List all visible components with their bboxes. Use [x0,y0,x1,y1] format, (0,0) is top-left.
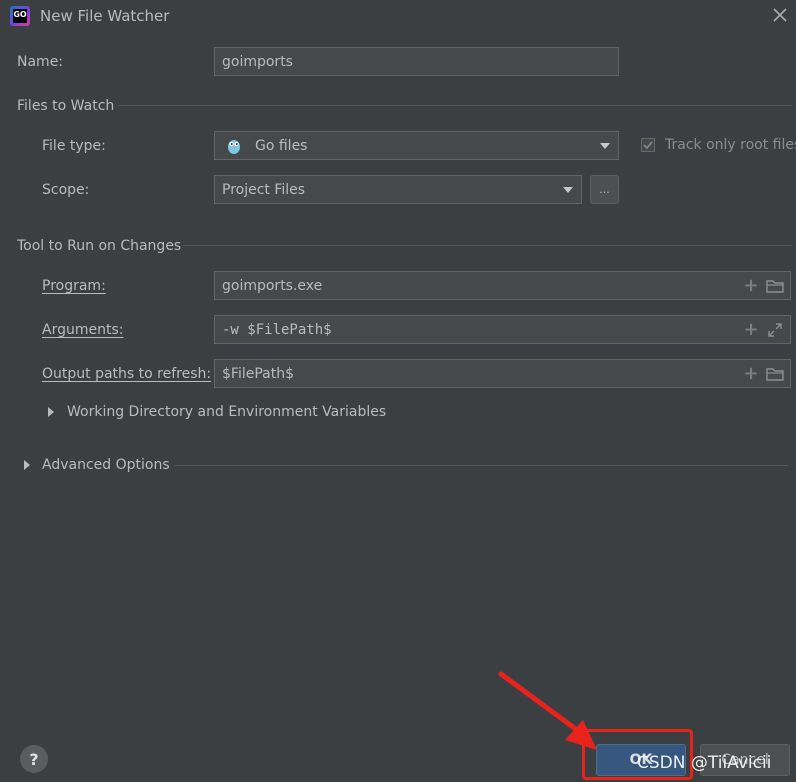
gopher-icon [227,138,241,154]
check-icon [643,141,653,150]
chevron-down-icon [563,186,573,193]
working-dir-toggle[interactable]: Working Directory and Environment Variab… [48,404,386,420]
file-type-select[interactable]: Go files [214,131,619,160]
arguments-label: Arguments: [42,322,124,338]
name-input[interactable]: goimports [214,47,619,76]
section-divider [183,245,792,246]
track-root-label: Track only root files [665,137,796,153]
scope-select[interactable]: Project Files [214,175,582,204]
advanced-options-label: Advanced Options [42,457,170,473]
scope-label: Scope: [42,182,90,198]
watermark-text: CSDN @TiiAvicii [637,753,772,773]
section-divider [174,465,788,466]
scope-browse-button[interactable]: ... [590,175,619,204]
output-paths-label: Output paths to refresh: [42,366,212,382]
expand-icon[interactable] [766,321,784,339]
insert-macro-plus-icon[interactable]: + [742,276,760,295]
name-label: Name: [17,54,64,70]
title-bar: GO New File Watcher [0,0,796,34]
window-title: New File Watcher [40,7,170,25]
program-input[interactable]: goimports.exe + [214,271,791,300]
name-value: goimports [222,53,293,70]
expand-arrow-icon [24,460,30,470]
insert-macro-plus-icon[interactable]: + [742,364,760,383]
program-value: goimports.exe [222,277,323,294]
chevron-down-icon [600,142,610,149]
output-paths-value: $FilePath$ [222,365,294,382]
track-root-checkbox[interactable] [641,138,655,152]
insert-macro-plus-icon[interactable]: + [742,320,760,339]
advanced-options-toggle[interactable]: Advanced Options [24,457,170,473]
file-type-label: File type: [42,138,106,154]
working-dir-label: Working Directory and Environment Variab… [67,404,387,420]
scope-value: Project Files [222,181,306,198]
files-to-watch-title: Files to Watch [17,98,115,114]
section-divider [118,105,792,106]
goland-logo-icon: GO [10,6,30,26]
folder-icon[interactable] [766,277,784,295]
program-label: Program: [42,278,106,294]
arguments-input[interactable]: -w $FilePath$ + [214,315,791,344]
help-button[interactable]: ? [20,745,48,773]
folder-icon[interactable] [766,365,784,383]
arguments-value: -w $FilePath$ [222,321,332,338]
annotation-arrow-icon [498,671,597,750]
close-icon[interactable] [770,5,790,25]
tool-to-run-title: Tool to Run on Changes [17,238,182,254]
output-paths-input[interactable]: $FilePath$ + [214,359,791,388]
file-type-value: Go files [255,137,308,154]
expand-arrow-icon [48,407,54,417]
